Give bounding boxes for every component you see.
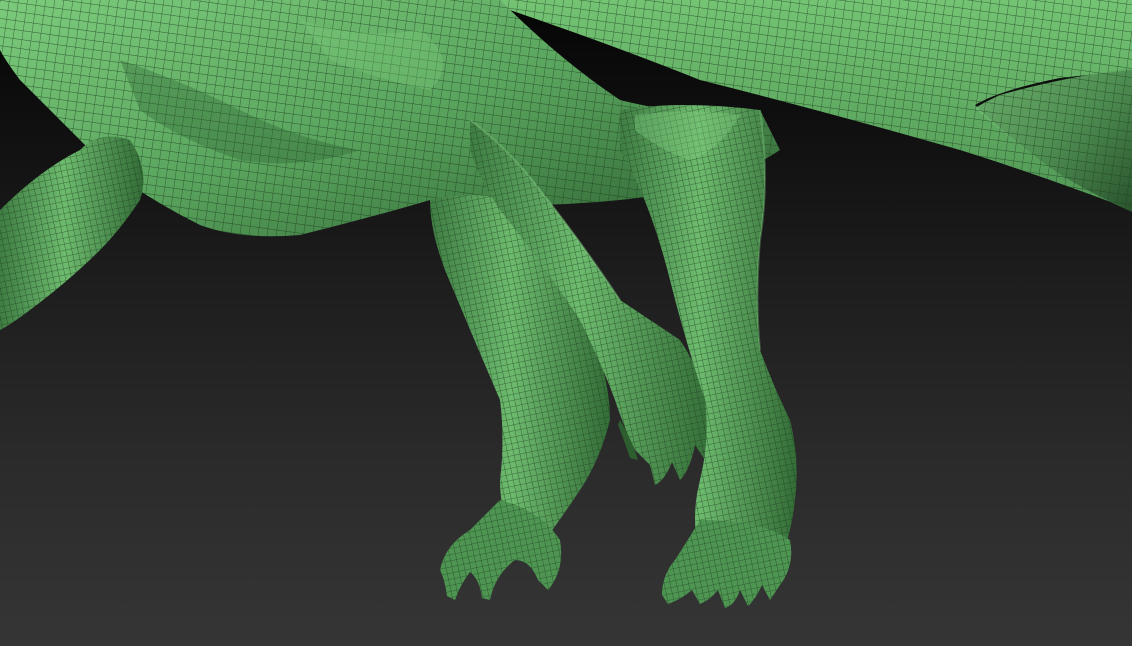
sculpt-model-render <box>0 0 1132 608</box>
front-foot <box>662 520 792 608</box>
left-hind-thigh <box>0 136 144 330</box>
3d-viewport[interactable] <box>0 0 1132 646</box>
